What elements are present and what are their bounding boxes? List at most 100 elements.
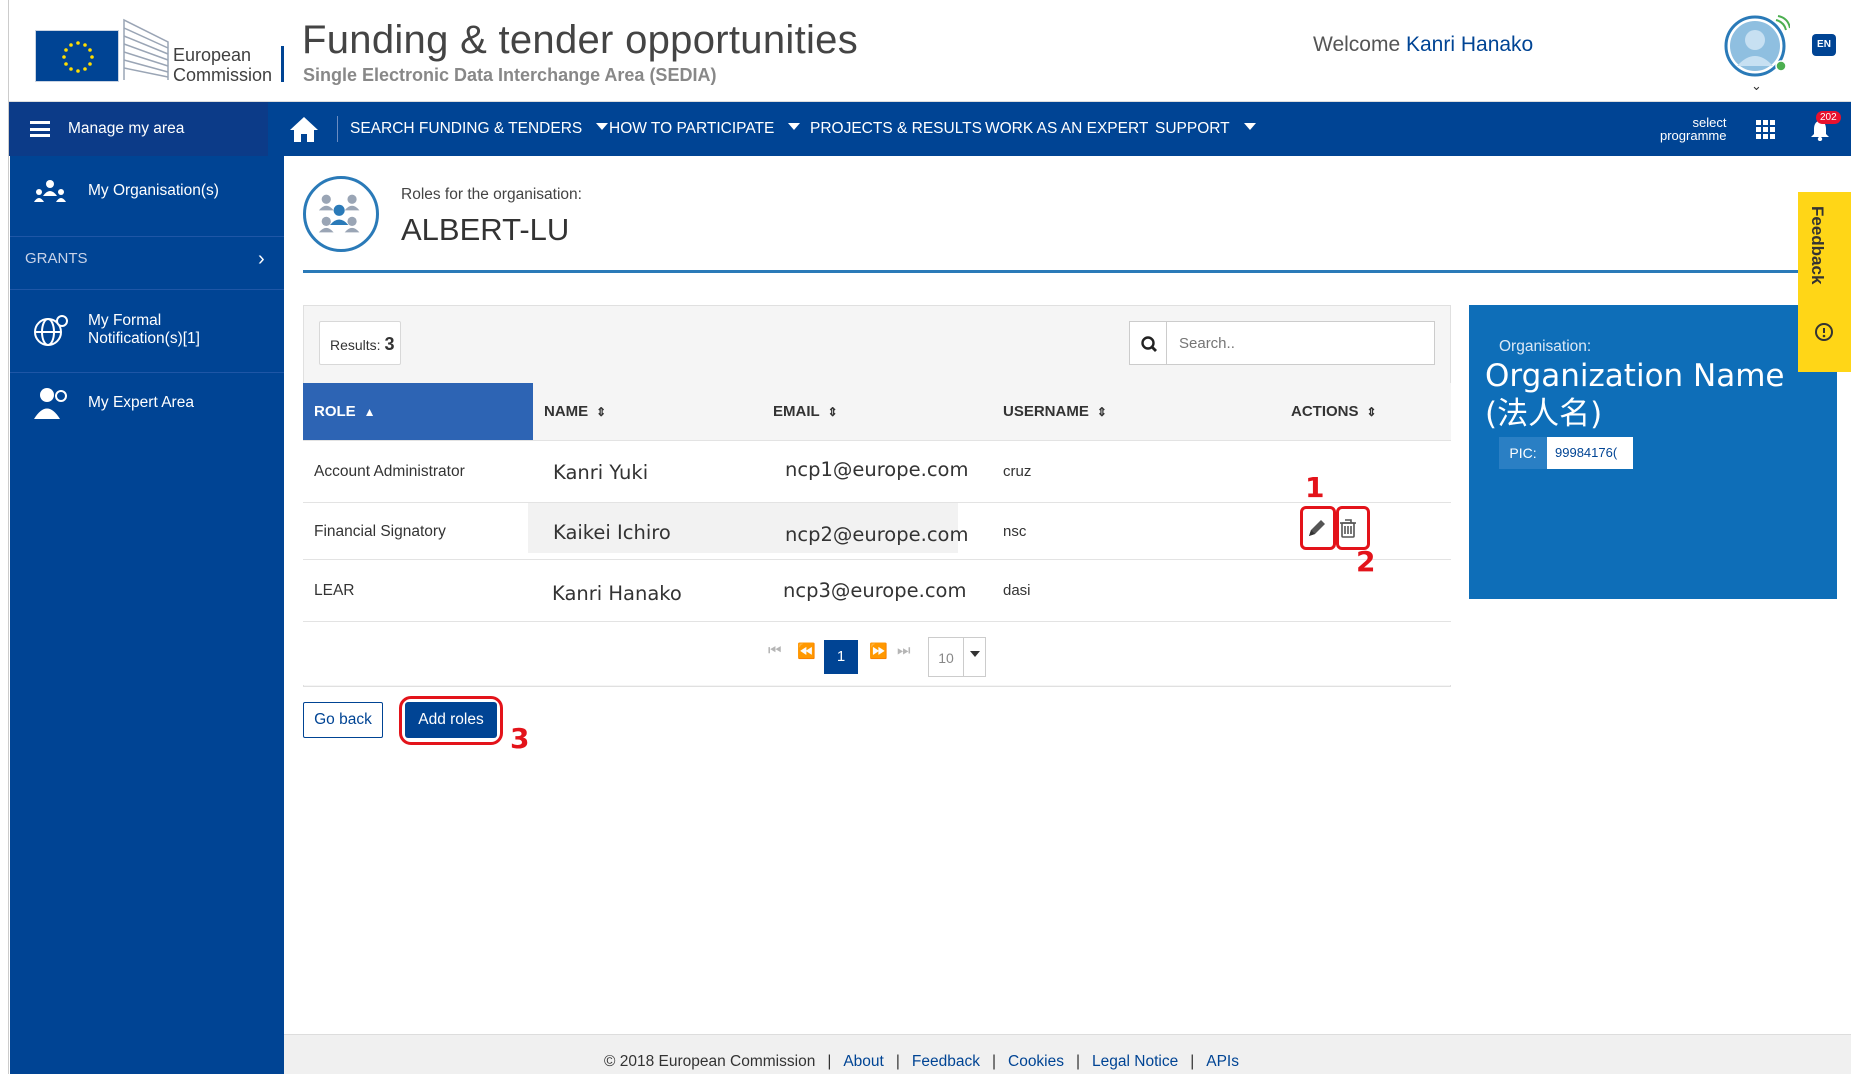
cell-username: dasi <box>1003 582 1031 599</box>
pic-label: PIC: <box>1499 437 1547 469</box>
sort-icon: ⇕ <box>1366 405 1377 419</box>
annotation-box-edit <box>1300 506 1336 550</box>
sort-icon: ⇕ <box>827 405 838 419</box>
feedback-label: Feedback <box>1808 206 1827 285</box>
column-header-role[interactable]: ROLE ▲ <box>303 383 533 440</box>
column-header-email[interactable]: EMAIL ⇕ <box>773 383 838 440</box>
sort-icon: ⇕ <box>1096 405 1107 419</box>
logo-divider <box>281 46 284 82</box>
results-count-box: Results: 3 <box>319 321 401 365</box>
column-header-actions[interactable]: ACTIONS ⇕ <box>1291 383 1377 440</box>
nav-how-to-participate[interactable]: HOW TO PARTICIPATE <box>609 102 801 156</box>
page-size-dropdown-button[interactable] <box>964 637 986 677</box>
caret-down-icon <box>788 123 801 130</box>
footer-copyright: © 2018 European Commission <box>604 1053 816 1070</box>
nav-support[interactable]: SUPPORT <box>1155 102 1256 156</box>
sidebar-item-formal-notifications[interactable]: My Formal Notification(s)[1] <box>10 308 284 358</box>
cell-name: Kaikei Ichiro <box>553 521 671 544</box>
annotation-number-1: 1 <box>1305 471 1325 504</box>
table-header: ROLE ▲ NAME ⇕ EMAIL ⇕ USERNAME ⇕ ACTIONS ⇕ <box>303 383 1451 440</box>
caret-down-icon <box>596 123 609 130</box>
footer-link-cookies[interactable]: Cookies <box>1008 1053 1064 1070</box>
caret-down-icon <box>970 651 980 657</box>
table-row: LEAR Kanri Hanako ncp3@europe.com dasi <box>303 559 1451 621</box>
page-left-edge <box>0 0 9 1074</box>
caret-down-icon <box>1243 123 1256 130</box>
footer-link-about[interactable]: About <box>843 1053 884 1070</box>
globe-notification-icon <box>34 315 68 346</box>
welcome-message: Welcome Kanri Hanako <box>1313 33 1533 57</box>
feedback-tab[interactable]: Feedback <box>1798 192 1851 372</box>
nav-work-as-expert[interactable]: WORK AS AN EXPERT <box>985 102 1148 156</box>
annotation-box-delete <box>1336 506 1370 550</box>
annotation-number-3: 3 <box>510 722 530 755</box>
commission-logo-text: European Commission <box>173 45 272 85</box>
nav-search-funding[interactable]: SEARCH FUNDING & TENDERS <box>350 102 609 156</box>
go-back-button[interactable]: Go back <box>303 702 383 738</box>
nav-projects-results[interactable]: PROJECTS & RESULTS <box>810 102 982 156</box>
site-header: European Commission Funding & tender opp… <box>0 0 1851 102</box>
cell-username: nsc <box>1003 523 1027 540</box>
next-page-icon[interactable]: ⏩ <box>869 642 888 660</box>
organisation-card-label: Organisation: <box>1499 338 1592 355</box>
column-header-name[interactable]: NAME ⇕ <box>544 383 606 440</box>
organisation-card: Organisation: Organization Name (法人名) PI… <box>1469 305 1837 599</box>
cell-email: ncp3@europe.com <box>783 579 967 602</box>
organisation-people-icon <box>34 180 66 202</box>
feedback-icon <box>1815 323 1833 341</box>
cell-name: Kanri Yuki <box>553 461 649 484</box>
footer-link-legal-notice[interactable]: Legal Notice <box>1092 1053 1178 1070</box>
title-divider <box>303 270 1851 273</box>
page-footer: © 2018 European Commission | About | Feedbac… <box>284 1034 1851 1074</box>
sort-icon: ⇕ <box>596 405 607 419</box>
notification-count-badge: 202 <box>1816 111 1841 124</box>
sidebar-item-my-organisations[interactable]: My Organisation(s) <box>10 178 284 218</box>
commission-building-icon <box>123 18 169 80</box>
organisation-roles-icon <box>303 176 379 252</box>
cell-name: Kanri Hanako <box>552 582 682 605</box>
language-selector[interactable]: EN <box>1812 34 1836 56</box>
hamburger-menu-icon[interactable] <box>30 121 50 137</box>
add-roles-button[interactable]: Add roles <box>405 702 497 738</box>
cell-role: Account Administrator <box>314 463 465 480</box>
home-icon[interactable] <box>289 115 319 143</box>
first-page-icon[interactable]: ⏮ <box>768 642 782 659</box>
organisation-name: Organization Name (法人名) <box>1485 358 1785 432</box>
current-page-button[interactable]: 1 <box>824 640 858 674</box>
manage-my-area-label: Manage my area <box>68 120 185 137</box>
page-size-select[interactable]: 10 <box>928 637 964 677</box>
avatar-chevron-down-icon[interactable]: ⌄ <box>1751 78 1762 94</box>
sidebar-item-my-expert-area[interactable]: My Expert Area <box>10 386 284 426</box>
eu-stars-icon <box>62 41 94 73</box>
site-subtitle: Single Electronic Data Interchange Area … <box>303 65 717 85</box>
results-count: 3 <box>384 334 395 354</box>
cell-username: cruz <box>1003 463 1032 480</box>
cell-email: ncp1@europe.com <box>785 458 969 481</box>
organisation-title: ALBERT-LU <box>401 212 570 247</box>
chevron-right-icon[interactable]: › <box>258 248 265 271</box>
welcome-user-name: Kanri Hanako <box>1405 33 1534 56</box>
select-programme-button[interactable]: select programme <box>1660 116 1726 142</box>
logo-line-1: European <box>173 45 252 65</box>
apps-grid-icon[interactable] <box>1756 120 1775 139</box>
main-navbar: Manage my area SEARCH FUNDING & TENDERS … <box>0 102 1851 156</box>
search-input[interactable] <box>1167 321 1435 365</box>
expert-person-icon <box>34 388 67 419</box>
logo-line-2: Commission <box>173 65 273 85</box>
nav-separator <box>337 116 338 142</box>
footer-link-apis[interactable]: APIs <box>1206 1053 1239 1070</box>
cell-email: ncp2@europe.com <box>785 523 969 546</box>
footer-link-feedback[interactable]: Feedback <box>912 1053 980 1070</box>
last-page-icon[interactable]: ⏭ <box>897 642 911 659</box>
eu-flag-logo[interactable] <box>35 30 119 82</box>
column-header-username[interactable]: USERNAME ⇕ <box>1003 383 1107 440</box>
sidebar-section-grants[interactable]: GRANTS <box>25 250 88 267</box>
site-title[interactable]: Funding & tender opportunities <box>302 18 858 63</box>
annotation-number-2: 2 <box>1356 545 1376 578</box>
table-row: Financial Signatory Kaikei Ichiro ncp2@e… <box>303 502 1451 559</box>
search-icon <box>1141 336 1157 352</box>
search-button[interactable] <box>1129 321 1167 365</box>
previous-page-icon[interactable]: ⏪ <box>797 642 816 660</box>
user-avatar-icon[interactable] <box>1724 12 1790 78</box>
pagination: ⏮ ⏪ 1 ⏩ ⏭ 10 <box>303 621 1451 685</box>
